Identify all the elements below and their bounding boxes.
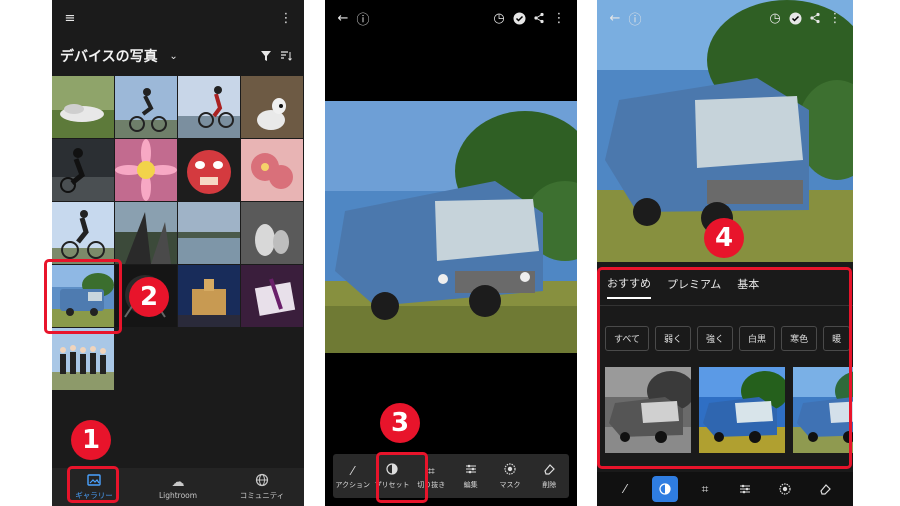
editor-topbar: ← ⓘ ◷ ⋮ (597, 0, 853, 36)
callout-badge-1: 1 (71, 420, 111, 460)
tool-remove-label: 削除 (542, 481, 557, 489)
photo-thumbnail[interactable] (115, 139, 177, 201)
highlight-preset-tool (376, 452, 428, 503)
eraser-icon[interactable] (812, 476, 838, 502)
album-title[interactable]: デバイスの写真 (60, 46, 158, 66)
editor-topbar: ← ⓘ ◷ ⋮ (325, 0, 577, 36)
highlight-preset-panel (597, 267, 852, 469)
tool-mask[interactable]: マスク (490, 454, 529, 498)
tool-remove[interactable]: 削除 (530, 454, 569, 498)
globe-icon (255, 473, 269, 490)
photo-grid (52, 76, 304, 390)
photo-thumbnail[interactable] (52, 328, 114, 390)
callout-badge-3: 3 (380, 403, 420, 443)
more-options-icon[interactable]: ⋮ (549, 8, 569, 28)
photo-thumbnail[interactable] (115, 202, 177, 264)
gallery-topbar: ≡ ⋮ (52, 0, 304, 36)
bus-photo (325, 101, 577, 353)
photo-thumbnail[interactable] (52, 76, 114, 138)
photo-thumbnail[interactable] (178, 139, 240, 201)
share-icon[interactable] (529, 8, 549, 28)
hamburger-menu-icon[interactable]: ≡ (60, 8, 80, 28)
tool-mask-label: マスク (499, 481, 521, 489)
crop-icon[interactable]: ⌗ (692, 476, 718, 502)
cloud-icon: ☁ (171, 475, 185, 490)
sliders-icon (465, 462, 477, 480)
back-arrow-icon[interactable]: ← (333, 8, 353, 28)
chevron-down-icon[interactable]: ⌄ (164, 46, 184, 66)
preset-icon[interactable] (652, 476, 678, 502)
share-icon[interactable] (805, 8, 825, 28)
done-check-icon[interactable] (785, 8, 805, 28)
sort-icon[interactable] (276, 46, 296, 66)
photo-thumbnail[interactable] (241, 265, 303, 327)
callout-badge-4: 4 (704, 218, 744, 258)
photo-thumbnail[interactable] (241, 76, 303, 138)
more-options-icon[interactable]: ⋮ (276, 8, 296, 28)
tool-action[interactable]: ⁄ アクション (333, 454, 372, 498)
back-arrow-icon[interactable]: ← (605, 8, 625, 28)
info-icon[interactable]: ⓘ (625, 8, 645, 28)
tool-edit-label: 編集 (463, 481, 478, 489)
album-header: デバイスの写真 ⌄ (52, 38, 304, 74)
nav-community-label: コミュニティ (239, 491, 285, 500)
editor-screen: ← ⓘ ◷ ⋮ ⁄ アクション プリセット ⌗ 切り抜き 編集 マスク 削除 (325, 0, 577, 506)
nav-community[interactable]: コミュニティ (220, 468, 304, 506)
more-options-icon[interactable]: ⋮ (825, 8, 845, 28)
photo-thumbnail[interactable] (178, 76, 240, 138)
filter-icon[interactable] (256, 46, 276, 66)
photo-thumbnail[interactable] (178, 265, 240, 327)
info-icon[interactable]: ⓘ (353, 8, 373, 28)
editor-toolbar: ⁄ アクション プリセット ⌗ 切り抜き 編集 マスク 削除 (333, 454, 569, 498)
photo-thumbnail[interactable] (52, 202, 114, 264)
editor-toolbar-compact: ⁄ ⌗ (597, 472, 853, 506)
magic-wand-icon[interactable]: ⁄ (612, 476, 638, 502)
highlight-nav-gallery (67, 466, 119, 503)
tool-edit[interactable]: 編集 (451, 454, 490, 498)
photo-thumbnail[interactable] (115, 76, 177, 138)
crop-icon: ⌗ (427, 464, 435, 478)
callout-badge-2: 2 (129, 277, 169, 317)
mask-icon[interactable] (772, 476, 798, 502)
eraser-icon (543, 462, 556, 480)
tool-action-label: アクション (335, 481, 370, 489)
nav-lightroom[interactable]: ☁ Lightroom (136, 468, 220, 506)
photo-thumbnail[interactable] (241, 139, 303, 201)
photo-thumbnail[interactable] (241, 202, 303, 264)
nav-lightroom-label: Lightroom (158, 491, 198, 500)
magic-wand-icon: ⁄ (351, 464, 354, 478)
sliders-icon[interactable] (732, 476, 758, 502)
photo-thumbnail[interactable] (178, 202, 240, 264)
history-icon[interactable]: ◷ (489, 8, 509, 28)
history-icon[interactable]: ◷ (765, 8, 785, 28)
done-check-icon[interactable] (509, 8, 529, 28)
photo-thumbnail[interactable] (52, 139, 114, 201)
mask-icon (504, 462, 516, 480)
highlight-bus-thumbnail (44, 259, 122, 334)
